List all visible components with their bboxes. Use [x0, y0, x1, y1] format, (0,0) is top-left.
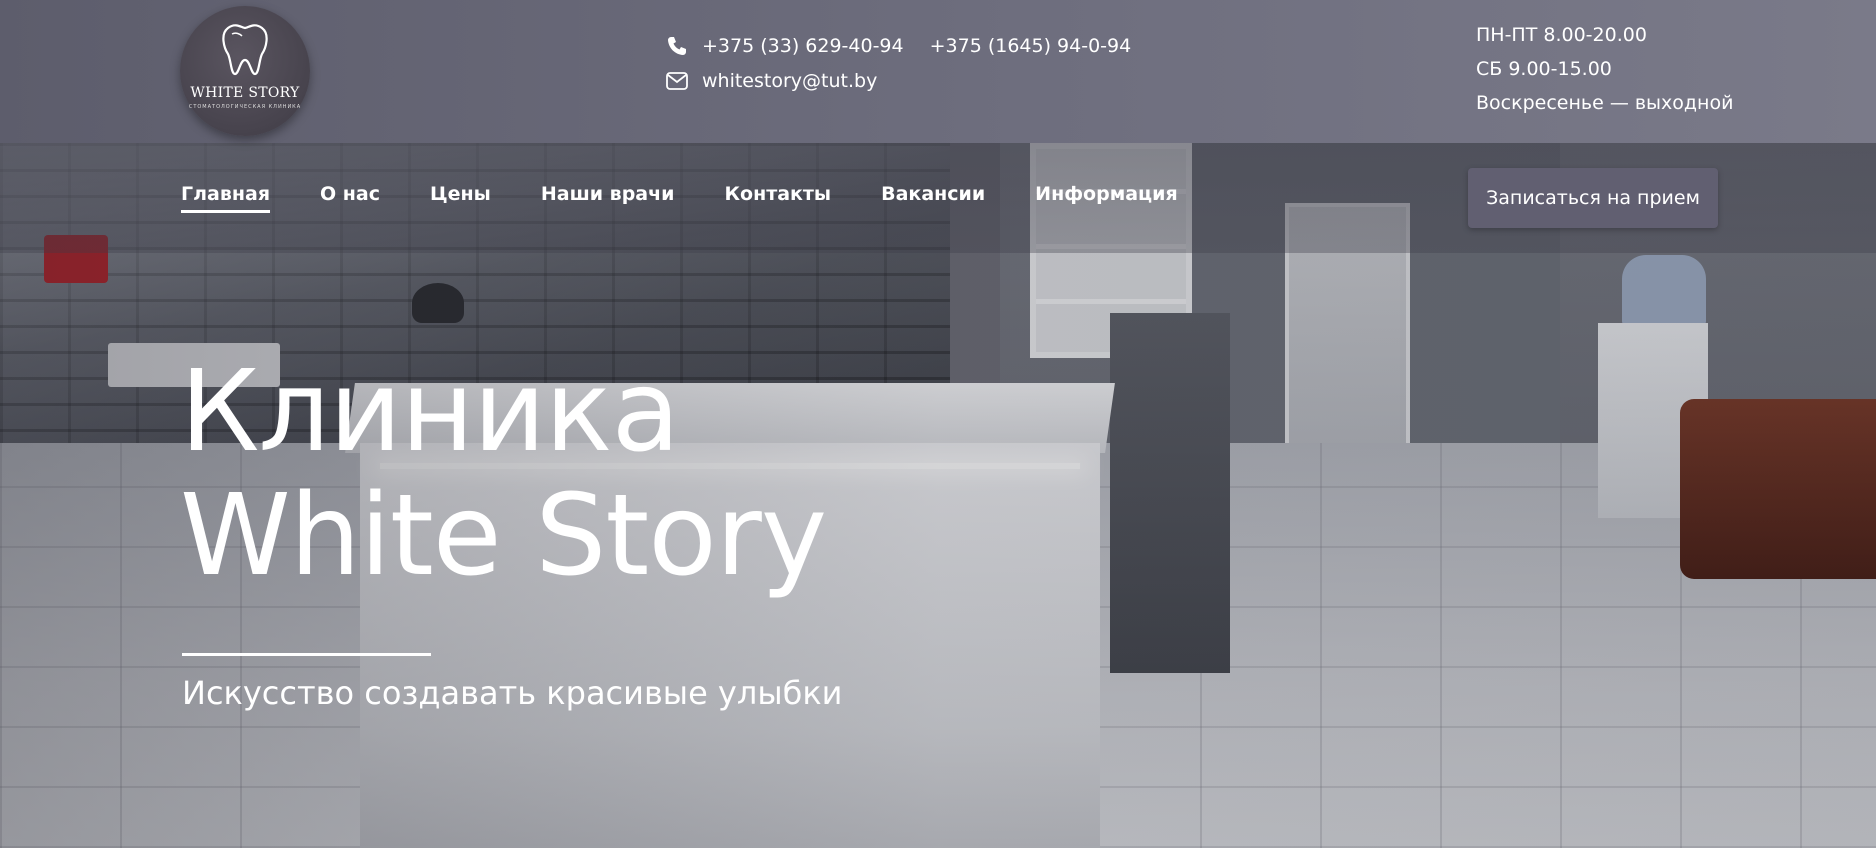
main-navigation: Главная О нас Цены Наши врачи Контакты В…: [0, 143, 1876, 253]
logo-title: WHITE STORY: [190, 85, 300, 101]
phone-row: +375 (33) 629-40-94 +375 (1645) 94-0-94: [666, 32, 1131, 60]
phone-link-1[interactable]: +375 (33) 629-40-94: [702, 35, 904, 57]
nav-item-vacancies[interactable]: Вакансии: [881, 183, 985, 213]
working-hours: ПН-ПТ 8.00-20.00 СБ 9.00-15.00 Воскресен…: [1476, 18, 1733, 120]
hero-title-line-2: White Story: [180, 471, 827, 601]
nav-item-home[interactable]: Главная: [181, 183, 271, 213]
nav-item-contacts[interactable]: Контакты: [724, 183, 831, 213]
phone-link-2[interactable]: +375 (1645) 94-0-94: [930, 35, 1132, 57]
email-link[interactable]: whitestory@tut.by: [702, 70, 877, 92]
nav-menu: Главная О нас Цены Наши врачи Контакты В…: [181, 183, 1228, 213]
hours-sunday: Воскресенье — выходной: [1476, 92, 1734, 114]
top-bar: WHITE STORY СТОМАТОЛОГИЧЕСКАЯ КЛИНИКА +3…: [0, 0, 1876, 143]
contact-info: +375 (33) 629-40-94 +375 (1645) 94-0-94 …: [666, 32, 1131, 102]
tooth-icon: [222, 24, 268, 76]
hours-weekdays: ПН-ПТ 8.00-20.00: [1476, 24, 1647, 46]
logo-subtitle: СТОМАТОЛОГИЧЕСКАЯ КЛИНИКА: [188, 104, 302, 110]
nav-item-prices[interactable]: Цены: [430, 183, 491, 213]
clinic-logo[interactable]: WHITE STORY СТОМАТОЛОГИЧЕСКАЯ КЛИНИКА: [180, 6, 310, 136]
envelope-icon: [666, 70, 688, 92]
book-appointment-button[interactable]: Записаться на прием: [1468, 168, 1718, 228]
nav-item-information[interactable]: Информация: [1035, 183, 1177, 213]
phone-icon: [666, 35, 688, 57]
email-row: whitestory@tut.by: [666, 67, 1131, 95]
nav-item-about[interactable]: О нас: [320, 183, 380, 213]
hero-title-line-1: Клиника: [180, 347, 680, 477]
hero-divider: [182, 653, 431, 656]
hero-title: Клиника White Story: [180, 347, 827, 601]
hero-tagline: Искусство создавать красивые улыбки: [182, 674, 843, 712]
hours-saturday: СБ 9.00-15.00: [1476, 58, 1612, 80]
nav-item-doctors[interactable]: Наши врачи: [541, 183, 675, 213]
